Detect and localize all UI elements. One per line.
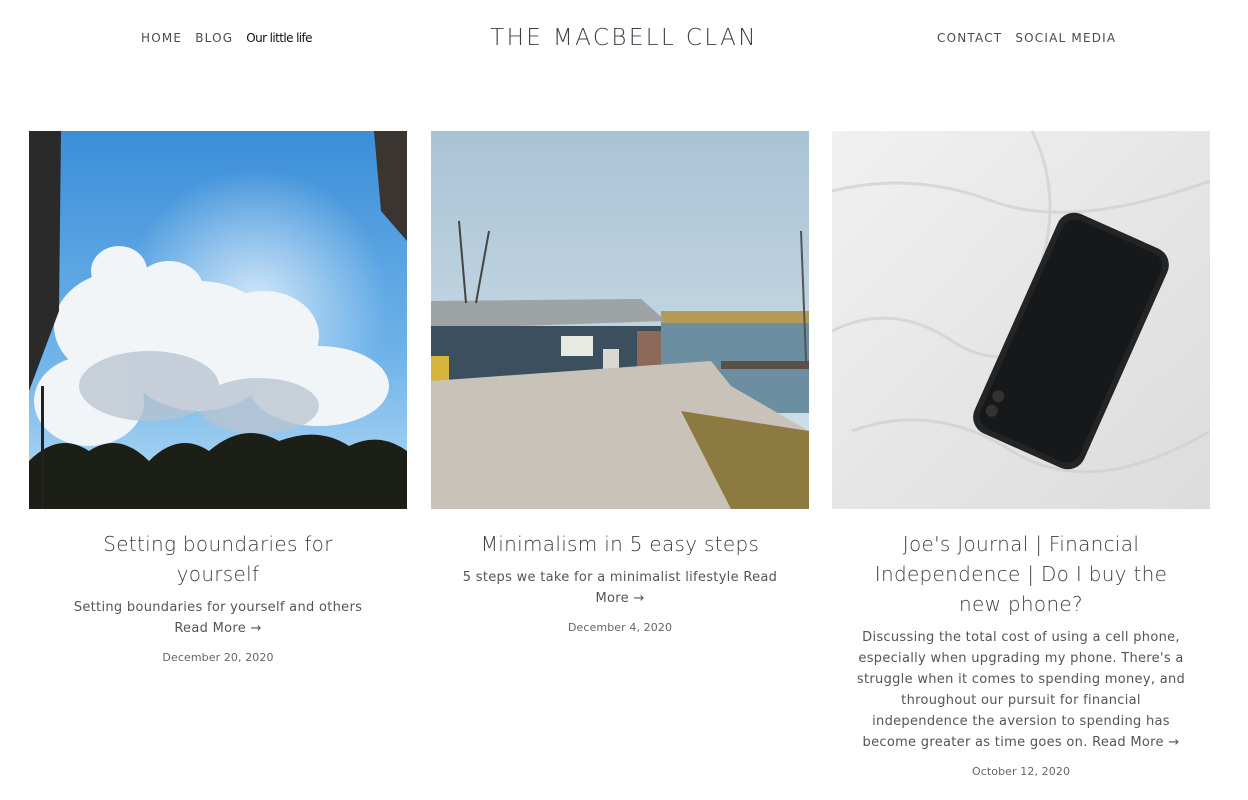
- post-title[interactable]: Joe's Journal | Financial Independence |…: [832, 529, 1210, 619]
- post-excerpt-text: Setting boundaries for yourself and othe…: [73, 600, 363, 615]
- post-card: Setting boundaries for yourself Setting …: [29, 131, 407, 664]
- nav-right: CONTACT SOCIAL MEDIA: [937, 31, 1129, 45]
- nav-contact-link[interactable]: CONTACT: [937, 31, 1002, 45]
- post-title[interactable]: Minimalism in 5 easy steps: [431, 529, 809, 559]
- post-excerpt-text: 5 steps we take for a minimalist lifesty…: [462, 570, 739, 585]
- post-excerpt: 5 steps we take for a minimalist lifesty…: [431, 567, 809, 609]
- post-date: October 12, 2020: [971, 765, 1071, 778]
- site-header: HOME BLOG Our little life THE MACBELL CL…: [0, 0, 1248, 80]
- post-card: Joe's Journal | Financial Independence |…: [832, 131, 1210, 778]
- post-card: Minimalism in 5 easy steps 5 steps we ta…: [431, 131, 809, 634]
- read-more-link[interactable]: Read More →: [1092, 735, 1179, 750]
- post-thumbnail-sky[interactable]: [29, 131, 407, 509]
- post-title[interactable]: Setting boundaries for yourself: [29, 529, 407, 589]
- dock-shed-photo: [431, 131, 809, 509]
- read-more-link[interactable]: Read More →: [174, 621, 261, 636]
- sky-clouds-photo: [29, 131, 407, 509]
- post-excerpt: Discussing the total cost of using a cel…: [832, 627, 1210, 753]
- post-excerpt-text: Discussing the total cost of using a cel…: [856, 630, 1186, 750]
- phone-on-sheet-photo: [832, 131, 1210, 509]
- post-excerpt: Setting boundaries for yourself and othe…: [29, 597, 407, 639]
- post-date: December 20, 2020: [162, 651, 274, 664]
- post-thumbnail-dock[interactable]: [431, 131, 809, 509]
- post-thumbnail-phone[interactable]: [832, 131, 1210, 509]
- post-date: December 4, 2020: [567, 621, 673, 634]
- nav-social-media-link[interactable]: SOCIAL MEDIA: [1015, 31, 1116, 45]
